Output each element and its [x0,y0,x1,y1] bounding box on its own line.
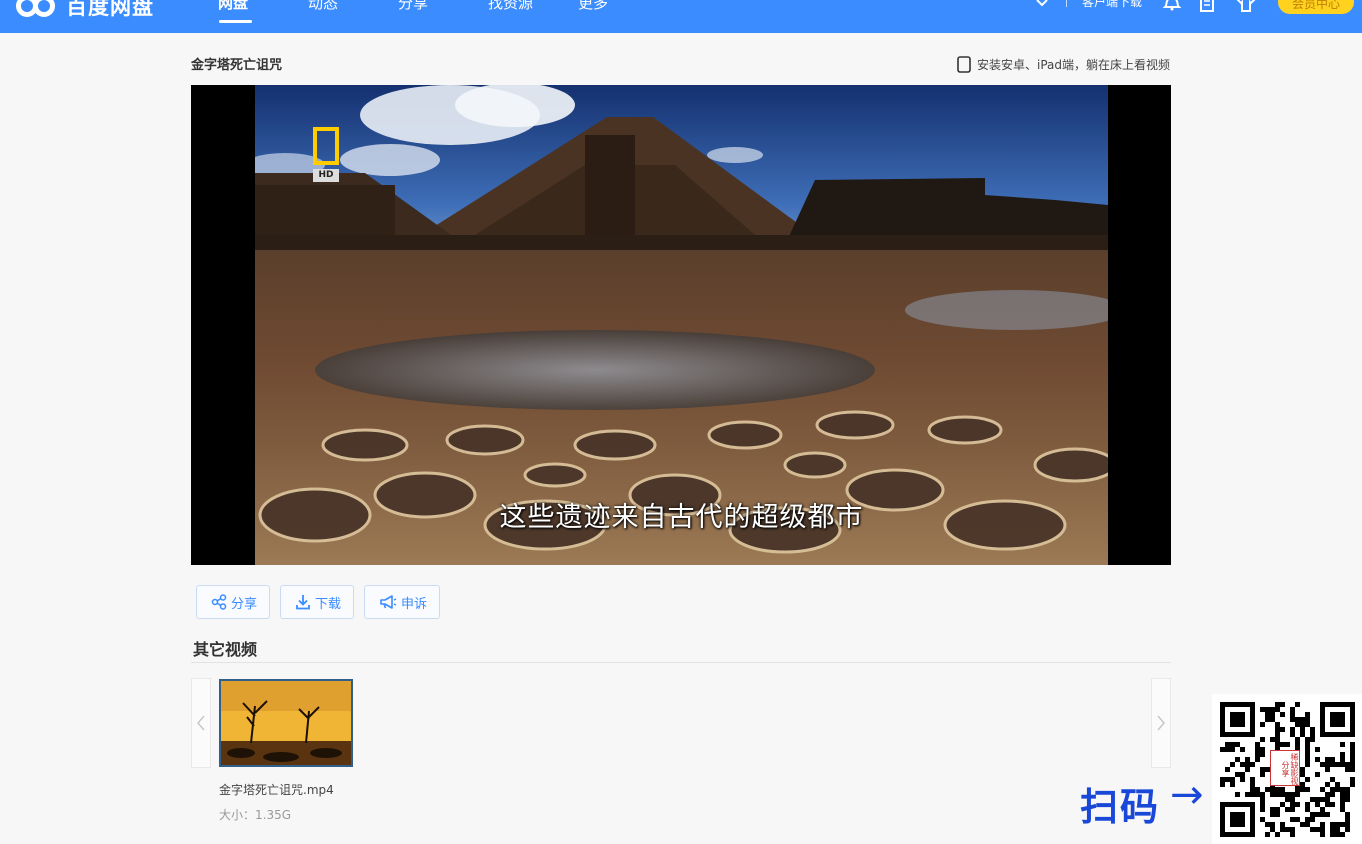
vip-center-button[interactable]: 会员中心 [1278,0,1354,14]
baidu-netdisk-logo[interactable]: 百度网盘 [16,0,154,21]
carousel-prev-button[interactable] [191,678,211,768]
carousel-next-button[interactable] [1151,678,1171,768]
video-thumbnail[interactable] [219,679,353,767]
main-nav: 网盘 动态 分享 找资源 更多 [218,0,668,23]
nav-item-more[interactable]: 更多 [578,0,668,13]
bell-icon[interactable] [1162,0,1182,12]
video-file-name[interactable]: 金字塔死亡诅咒.mp4 [219,781,334,798]
client-download-link[interactable]: 客户端下载 [1082,0,1142,10]
tablet-icon [957,56,971,73]
video-subtitle: 这些遗迹来自古代的超级都市 [499,502,864,533]
tshirt-icon[interactable] [1236,0,1256,12]
appeal-button[interactable]: 申诉 [364,585,441,619]
download-button[interactable]: 下载 [280,585,355,619]
qr-code: 稀缺影视分享 [1212,694,1362,844]
pyramid-scene-image [255,85,1108,565]
nav-item-share[interactable]: 分享 [398,0,488,13]
scan-prompt-text: 扫码 [1080,785,1161,829]
video-file-size: 大小：1.35G [219,808,292,822]
active-tab-underline [219,20,252,23]
install-app-link[interactable]: 安装安卓、iPad端，躺在床上看视频 [957,56,1170,73]
chevron-down-icon[interactable] [1036,0,1048,8]
logo-text: 百度网盘 [66,0,154,19]
chevron-right-icon [1157,715,1165,731]
video-frame: HD 这些遗迹来自古代的超级都市 [255,85,1108,565]
nav-item-netdisk[interactable]: 网盘 [218,0,308,23]
arrow-right-icon: → [1170,772,1204,818]
section-divider [191,662,1171,663]
notes-icon[interactable] [1197,0,1217,12]
top-navigation-bar: 百度网盘 网盘 动态 分享 找资源 更多 客户端下载 会员中心 [0,0,1362,33]
thumbnail-image [221,681,351,765]
nav-item-feed[interactable]: 动态 [308,0,398,13]
qr-center-badge: 稀缺影视分享 [1270,750,1300,786]
chevron-left-icon [197,715,205,731]
nav-item-find-resources[interactable]: 找资源 [488,0,578,13]
other-videos-heading: 其它视频 [193,640,258,659]
install-tip-text: 安装安卓、iPad端，躺在床上看视频 [977,58,1171,72]
download-icon [296,595,310,610]
divider [1066,0,1067,7]
cloud-logo-icon [16,0,60,19]
video-title: 金字塔死亡诅咒 [191,58,283,73]
share-button[interactable]: 分享 [196,585,271,619]
share-icon [211,594,227,610]
megaphone-icon [380,595,397,609]
video-player[interactable]: HD 这些遗迹来自古代的超级都市 [191,85,1171,565]
action-buttons: 分享 下载 申诉 [196,585,441,619]
national-geographic-logo [313,127,339,165]
hd-badge: HD [313,169,339,182]
